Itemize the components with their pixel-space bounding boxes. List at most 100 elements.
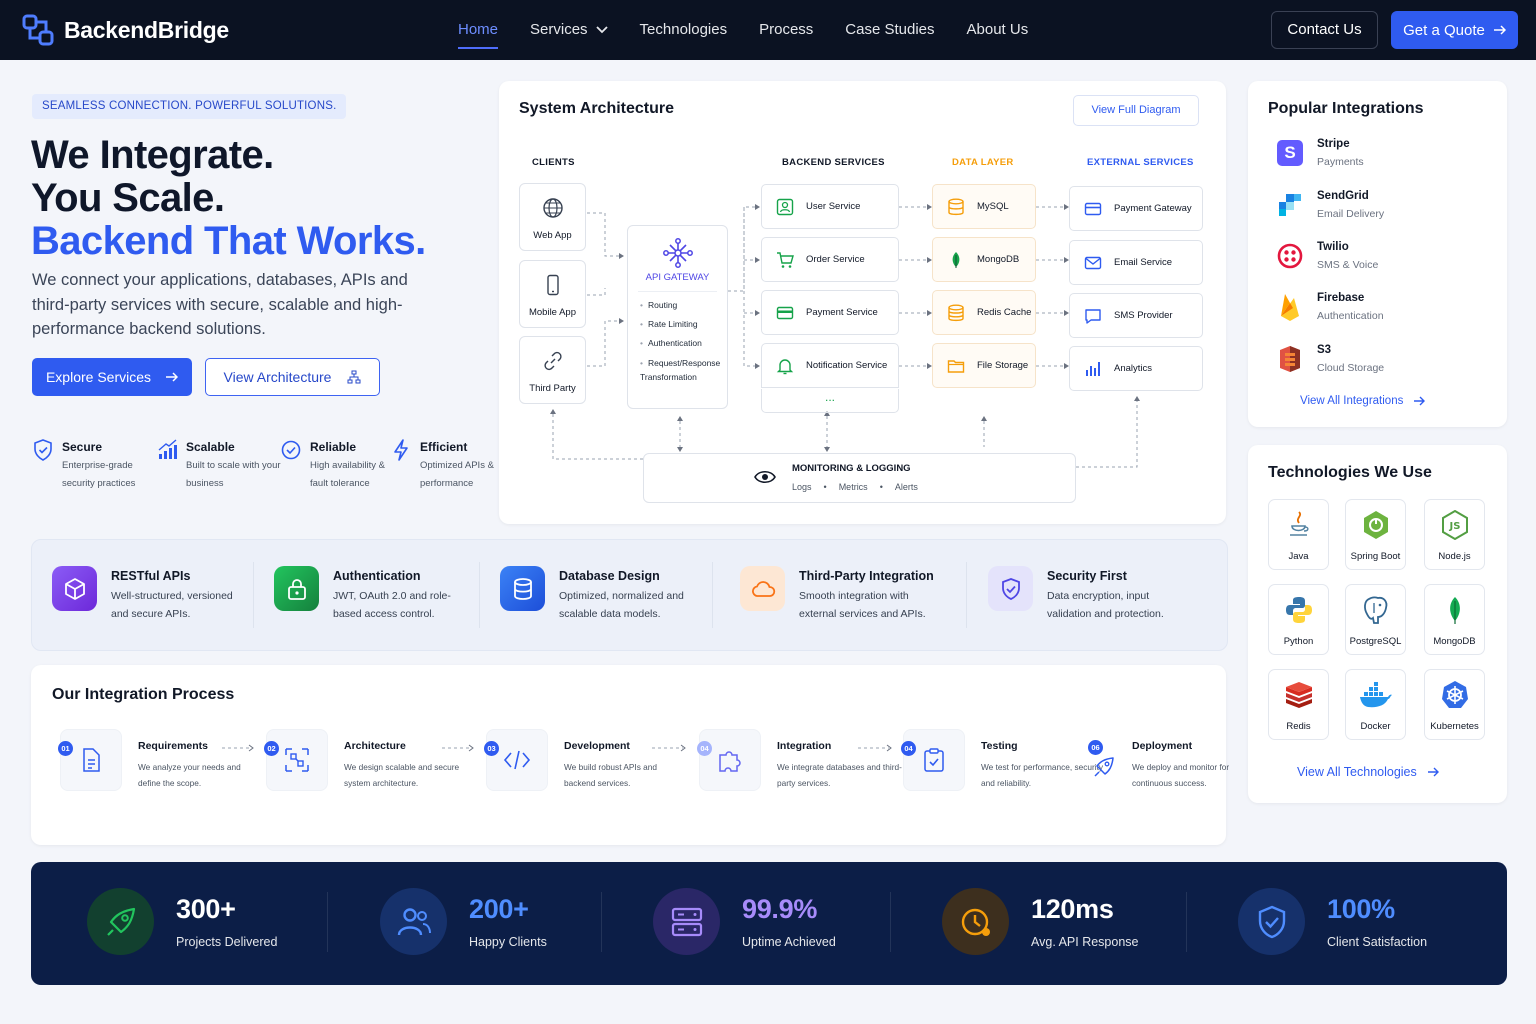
- integration-s3[interactable]: S3 Cloud Storage: [1277, 344, 1384, 374]
- tech-redis[interactable]: Redis: [1268, 669, 1329, 740]
- shield-icon: [34, 439, 52, 461]
- user-service[interactable]: User Service: [761, 184, 899, 229]
- hero-headline-1: We Integrate.: [31, 133, 274, 177]
- integration-stripe[interactable]: S Stripe Payments: [1277, 138, 1364, 168]
- chevron-down-icon: [595, 26, 608, 34]
- tech-python[interactable]: Python: [1268, 584, 1329, 655]
- integration-twilio[interactable]: Twilio SMS & Voice: [1277, 241, 1379, 271]
- capability-third-party: Third-Party Integration Smooth integratio…: [740, 566, 934, 623]
- database-icon: [948, 198, 964, 215]
- tech-label: Redis: [1286, 721, 1311, 732]
- monitoring-logging[interactable]: MONITORING & LOGGING Logs • Metrics • Aler…: [643, 453, 1076, 503]
- monitor-items: Logs • Metrics • Alerts: [792, 482, 918, 492]
- link-icon: [543, 351, 562, 371]
- feature-secure: Secure Enterprise-grade security practice…: [32, 438, 157, 492]
- payment-service[interactable]: Payment Service: [761, 290, 899, 335]
- stat-divider: [327, 892, 328, 952]
- hero-tagline: SEAMLESS CONNECTION. POWERFUL SOLUTIONS.: [32, 94, 347, 119]
- integration-firebase[interactable]: Firebase Authentication: [1277, 292, 1384, 322]
- client-label: Mobile App: [528, 307, 576, 318]
- analytics[interactable]: Analytics: [1069, 346, 1203, 391]
- view-all-technologies-link[interactable]: View All Technologies: [1297, 765, 1439, 779]
- tech-nodejs[interactable]: JS Node.js: [1424, 499, 1485, 570]
- arrow-right-icon: [1427, 767, 1439, 777]
- nav-services-label: Services: [530, 21, 588, 38]
- bell-icon: [776, 358, 794, 374]
- integration-sub: Authentication: [1317, 310, 1384, 322]
- capability-title: Database Design: [559, 569, 660, 583]
- step-desc: We analyze your needs and define the sco…: [138, 762, 241, 788]
- tech-spring-boot[interactable]: Spring Boot: [1345, 499, 1406, 570]
- capability-desc: and secure APIs.: [111, 607, 191, 620]
- capability-desc: JWT, OAuth 2.0 and role-: [333, 590, 451, 602]
- rocket-icon: [87, 888, 154, 955]
- integration-sendgrid[interactable]: SendGrid Email Delivery: [1277, 190, 1384, 220]
- view-all-integrations-link[interactable]: View All Integrations: [1300, 395, 1426, 407]
- nav-home[interactable]: Home: [458, 0, 499, 60]
- credit-card-icon: [1084, 202, 1102, 215]
- order-service[interactable]: Order Service: [761, 237, 899, 282]
- tech-label: Python: [1283, 636, 1314, 647]
- nav-process[interactable]: Process: [759, 0, 813, 60]
- nav-technologies-label: Technologies: [639, 21, 728, 38]
- tech-docker[interactable]: Docker: [1345, 669, 1406, 740]
- user-icon: [776, 198, 794, 215]
- view-arch-label: View Architecture: [223, 369, 332, 385]
- capability-desc: scalable data models.: [559, 607, 661, 620]
- email-service[interactable]: Email Service: [1069, 240, 1203, 285]
- stat-label: Happy Clients: [469, 935, 547, 949]
- step-number: 04: [697, 741, 712, 756]
- redis-cache[interactable]: Redis Cache: [932, 290, 1036, 335]
- capability-desc: Optimized, normalized and: [559, 590, 684, 602]
- client-mobile-app[interactable]: Mobile App: [519, 260, 586, 328]
- sms-provider[interactable]: SMS Provider: [1069, 293, 1203, 338]
- explore-services-button[interactable]: Explore Services: [32, 358, 192, 396]
- tech-mongodb[interactable]: MongoDB: [1424, 584, 1485, 655]
- view-architecture-button[interactable]: View Architecture: [205, 358, 380, 396]
- bar-chart-icon: [1086, 361, 1100, 376]
- twilio-logo-icon: [1277, 243, 1303, 269]
- client-third-party[interactable]: Third Party: [519, 336, 586, 404]
- capability-desc: validation and protection.: [1047, 607, 1164, 620]
- nav-about[interactable]: About Us: [967, 0, 1029, 60]
- tech-label: Node.js: [1438, 551, 1471, 562]
- nav-services[interactable]: Services: [530, 0, 608, 60]
- hero-headline-2: You Scale.: [31, 176, 225, 220]
- stat-divider: [601, 892, 602, 952]
- tech-java[interactable]: Java: [1268, 499, 1329, 570]
- mysql-db[interactable]: MySQL: [932, 184, 1036, 229]
- client-web-app[interactable]: Web App: [519, 183, 586, 251]
- quote-button[interactable]: Get a Quote: [1391, 11, 1518, 49]
- contact-button[interactable]: Contact Us: [1271, 11, 1378, 49]
- capability-desc: Smooth integration with: [799, 590, 909, 602]
- nav-technologies[interactable]: Technologies: [640, 0, 728, 60]
- file-storage[interactable]: File Storage: [932, 343, 1036, 388]
- payment-gateway[interactable]: Payment Gateway: [1069, 186, 1203, 231]
- integration-sub: SMS & Voice: [1317, 259, 1379, 271]
- growth-chart-icon: [158, 439, 177, 459]
- view-all-label: View All Integrations: [1300, 395, 1404, 407]
- network-hub-icon: [662, 238, 693, 268]
- users-icon: [380, 888, 447, 955]
- s3-bucket-icon: [1277, 346, 1303, 372]
- bullet: •: [879, 482, 883, 492]
- message-icon: [1085, 308, 1101, 324]
- nav-case-studies[interactable]: Case Studies: [845, 0, 934, 60]
- tech-kubernetes[interactable]: Kubernetes: [1424, 669, 1485, 740]
- brand-name: BackendBridge: [64, 16, 229, 43]
- tech-postgresql[interactable]: PostgreSQL: [1345, 584, 1406, 655]
- stat-label: Uptime Achieved: [742, 935, 836, 949]
- nodejs-icon: JS: [1441, 510, 1468, 540]
- stats-banner: 300+ Projects Delivered 200+ Happy Clients…: [31, 862, 1507, 985]
- data-label: MySQL: [977, 201, 1009, 212]
- code-icon: 03: [484, 729, 548, 791]
- feature-desc: Enterprise-grade security practices: [62, 460, 136, 489]
- brand-logo[interactable]: BackendBridge: [22, 14, 229, 46]
- mail-icon: [1084, 256, 1102, 269]
- mongodb-db[interactable]: MongoDB: [932, 237, 1036, 282]
- api-gateway[interactable]: API GATEWAY Routing Rate Limiting Authen…: [627, 225, 728, 409]
- bullet: •: [823, 482, 827, 492]
- notification-service[interactable]: Notification Service: [761, 343, 899, 388]
- process-title: Our Integration Process: [52, 686, 235, 703]
- service-label: User Service: [806, 201, 861, 212]
